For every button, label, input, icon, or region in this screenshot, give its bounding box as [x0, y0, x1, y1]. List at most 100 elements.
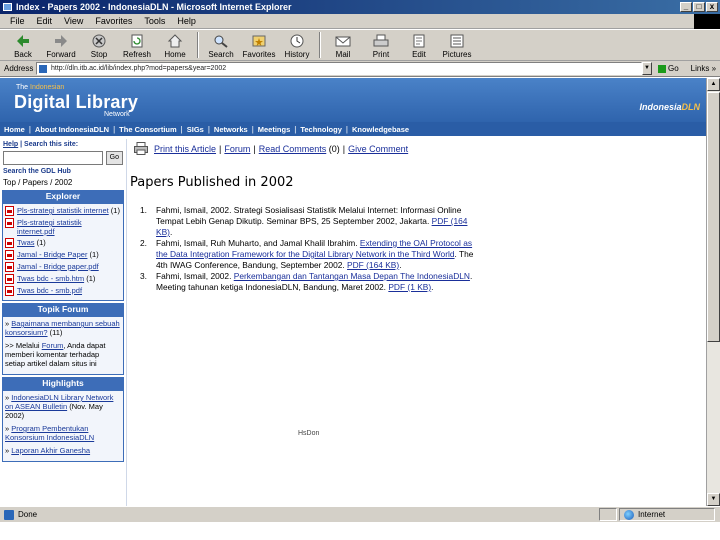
highlight-link[interactable]: Laporan Akhir Ganesha — [11, 446, 90, 455]
menu-tools[interactable]: Tools — [138, 16, 171, 26]
print-icon — [373, 34, 389, 47]
forum-suffix: (11) — [47, 328, 63, 337]
page-title: Papers Published in 2002 — [130, 175, 294, 190]
explorer-link[interactable]: Twas bdc - smb.pdf — [17, 286, 82, 295]
window-title-bar[interactable]: Index - Papers 2002 - IndonesiaDLN - Mic… — [0, 0, 720, 14]
read-comments-link[interactable]: Read Comments — [259, 144, 327, 154]
scroll-thumb[interactable] — [707, 92, 720, 342]
paper-number: 3. — [140, 271, 147, 281]
menu-view[interactable]: View — [58, 16, 89, 26]
list-item: 2. Fahmi, Ismail, Ruh Muharto, and Jamal… — [140, 238, 485, 271]
toolbar-separator — [197, 32, 199, 58]
explorer-link[interactable]: Twas — [17, 238, 35, 247]
refresh-label: Refresh — [122, 50, 151, 59]
favorites-icon — [252, 35, 266, 47]
explorer-link[interactable]: Pls-strategi statistik internet.pdf — [17, 218, 82, 236]
list-item[interactable]: Pls-strategi statistik internet (1) — [5, 206, 121, 216]
edit-button[interactable]: Edit — [400, 30, 438, 60]
close-button[interactable]: x — [706, 2, 718, 12]
list-item[interactable]: Twas bdc - smb.htm (1) — [5, 274, 121, 284]
vertical-scrollbar[interactable]: ▲ ▼ — [706, 78, 720, 506]
site-search-button[interactable]: Go — [105, 151, 123, 165]
back-button[interactable]: Back — [4, 30, 42, 60]
nav-technology[interactable]: Technology — [300, 125, 342, 134]
status-bar: Done Internet — [0, 506, 720, 522]
help-link[interactable]: Help — [3, 141, 18, 148]
list-item[interactable]: Pls-strategi statistik internet.pdf — [5, 218, 121, 236]
site-logo-title[interactable]: Digital Library — [14, 92, 138, 113]
banner-indonesian: Indonesian — [30, 84, 65, 91]
paper-number: 2. — [140, 238, 147, 248]
highlight-link[interactable]: Program Pembentukan Konsorsium Indonesia… — [5, 424, 94, 442]
paper-citation: Fahmi, Ismail, 2002. Strategi Sosialisas… — [156, 205, 485, 238]
scroll-down-button[interactable]: ▼ — [707, 493, 720, 506]
pdf-link[interactable]: PDF (1 KB) — [388, 282, 431, 292]
list-item[interactable]: Jamal - Bridge Paper (1) — [5, 250, 121, 260]
site-search-input[interactable] — [3, 151, 103, 165]
search-button[interactable]: Search — [202, 30, 240, 60]
address-label: Address — [4, 64, 34, 73]
pictures-button[interactable]: Pictures — [438, 30, 476, 60]
nav-home[interactable]: Home — [4, 125, 25, 134]
nav-separator: | — [113, 124, 116, 134]
stop-button[interactable]: Stop — [80, 30, 118, 60]
explorer-link[interactable]: Twas bdc - smb.htm — [17, 274, 84, 283]
pdf-file-icon — [5, 250, 14, 260]
go-button[interactable]: Go — [658, 64, 679, 73]
links-button[interactable]: Links » — [691, 64, 716, 73]
menu-file[interactable]: File — [4, 16, 31, 26]
nav-consortium[interactable]: The Consortium — [119, 125, 177, 134]
nav-knowledgebase[interactable]: Knowledgebase — [352, 125, 409, 134]
scroll-up-button[interactable]: ▲ — [707, 78, 720, 91]
paper-title-link[interactable]: Perkembangan dan Tantangan Masa Depan Th… — [234, 271, 470, 281]
explorer-link[interactable]: Pls-strategi statistik internet — [17, 206, 109, 215]
list-item[interactable]: Twas (1) — [5, 238, 121, 248]
nav-networks[interactable]: Networks — [214, 125, 248, 134]
page-done-icon — [4, 509, 14, 520]
list-item[interactable]: Twas bdc - smb.pdf — [5, 286, 121, 296]
print-button[interactable]: Print — [362, 30, 400, 60]
menu-help[interactable]: Help — [171, 16, 202, 26]
pdf-file-icon — [5, 206, 14, 216]
nav-about[interactable]: About IndonesiaDLN — [35, 125, 109, 134]
menu-bar: File Edit View Favorites Tools Help — [0, 14, 720, 29]
history-button[interactable]: History — [278, 30, 316, 60]
highlights-box: » IndonesiaDLN Library Network on ASEAN … — [2, 390, 124, 462]
list-item[interactable]: Jamal - Bridge paper.pdf — [5, 262, 121, 272]
ie-app-icon[interactable] — [3, 3, 12, 11]
minimize-button[interactable]: _ — [680, 2, 692, 12]
citation-text: Fahmi, Ismail, 2002. Strategi Sosialisas… — [156, 205, 462, 226]
edit-icon — [413, 34, 425, 48]
go-label: Go — [668, 64, 679, 73]
menu-edit[interactable]: Edit — [31, 16, 59, 26]
forward-arrow-icon — [55, 35, 67, 47]
paper-citation: Fahmi, Ismail, 2002. Perkembangan dan Ta… — [156, 271, 485, 293]
pdf-link[interactable]: PDF (164 KB) — [347, 260, 399, 270]
refresh-button[interactable]: Refresh — [118, 30, 156, 60]
forum-link[interactable]: Forum — [42, 341, 64, 350]
forum-link[interactable]: Forum — [224, 144, 250, 154]
menu-favorites[interactable]: Favorites — [89, 16, 138, 26]
citation-end: . — [399, 260, 402, 270]
address-input[interactable]: http://dln.itb.ac.id/lib/index.php?mod=p… — [36, 62, 642, 75]
paper-list: 1. Fahmi, Ismail, 2002. Strategi Sosiali… — [140, 205, 485, 293]
give-comment-link[interactable]: Give Comment — [348, 144, 408, 154]
address-dropdown-button[interactable]: ▼ — [642, 62, 652, 75]
print-article-link[interactable]: Print this Article — [154, 144, 216, 154]
search-gdl-hub-link[interactable]: Search the GDL Hub — [0, 166, 126, 177]
favorites-button[interactable]: Favorites — [240, 30, 278, 60]
maximize-button[interactable]: □ — [693, 2, 705, 12]
action-separator: | — [219, 143, 222, 154]
mail-button[interactable]: Mail — [324, 30, 362, 60]
forward-button[interactable]: Forward — [42, 30, 80, 60]
pdf-file-icon — [5, 286, 14, 296]
nav-sigs[interactable]: SIGs — [187, 125, 204, 134]
home-button[interactable]: Home — [156, 30, 194, 60]
nav-separator: | — [345, 124, 348, 134]
highlights-header: Highlights — [2, 377, 124, 390]
explorer-link[interactable]: Jamal - Bridge paper.pdf — [17, 262, 99, 271]
action-separator: | — [253, 143, 256, 154]
banner-network: Network — [104, 111, 130, 118]
explorer-link[interactable]: Jamal - Bridge Paper — [17, 250, 87, 259]
nav-meetings[interactable]: Meetings — [258, 125, 291, 134]
